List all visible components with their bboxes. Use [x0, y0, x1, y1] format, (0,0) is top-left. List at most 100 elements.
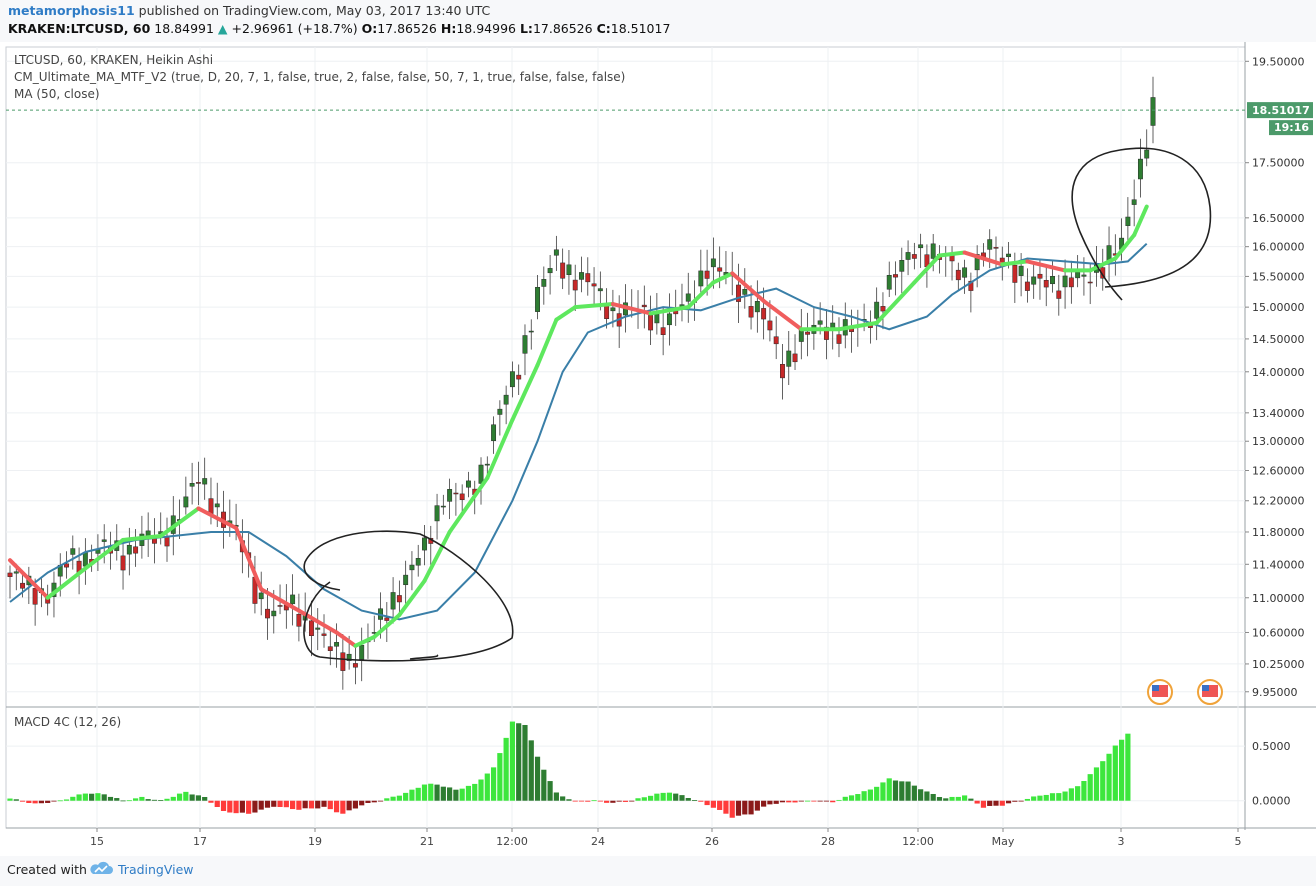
candle-body — [265, 608, 270, 619]
y-tick-label: 11.40000 — [1252, 558, 1305, 571]
macd-bar — [233, 800, 239, 814]
macd-bar — [139, 796, 145, 801]
macd-bar — [842, 796, 848, 801]
x-tick-label: 3 — [1118, 835, 1125, 848]
candle-body — [547, 268, 553, 274]
macd-bar — [578, 800, 585, 802]
candle-body — [993, 247, 999, 249]
candle-body — [271, 610, 277, 617]
candle-body — [748, 306, 754, 318]
macd-bar — [792, 800, 798, 803]
macd-bar — [848, 795, 855, 801]
candle-body — [447, 489, 453, 502]
candle-body — [290, 594, 296, 605]
macd-bar — [302, 800, 308, 809]
candle-body — [1050, 276, 1055, 285]
candle-body — [767, 320, 773, 331]
macd-bar — [1087, 774, 1093, 801]
macd-bar — [315, 800, 321, 809]
candle-body — [70, 548, 76, 555]
candle-body — [466, 480, 471, 488]
candle-body — [710, 258, 716, 268]
macd-bar — [817, 800, 823, 802]
macd-bar — [290, 800, 296, 810]
candle-body — [962, 267, 968, 278]
macd-bar — [685, 798, 691, 801]
symbol-text: KRAKEN:LTCUSD, 60 — [8, 21, 151, 36]
macd-bar — [459, 788, 465, 801]
candle-body — [1150, 97, 1156, 126]
y-tick-label: 15.50000 — [1252, 270, 1305, 283]
macd-bar — [987, 800, 993, 806]
candle-body — [440, 505, 446, 508]
candle-body — [666, 313, 672, 326]
macd-bar — [1112, 745, 1118, 801]
macd-bar — [560, 796, 566, 801]
x-tick-label: May — [992, 835, 1015, 848]
chart-legend: LTCUSD, 60, KRAKEN, Heikin Ashi CM_Ultim… — [14, 52, 625, 103]
macd-bar — [38, 800, 45, 804]
tradingview-link[interactable]: TradingView — [88, 860, 194, 878]
macd-bar — [1081, 780, 1087, 801]
us-flag-event-icon — [1147, 679, 1173, 705]
candle-body — [553, 249, 559, 256]
macd-bar — [930, 793, 936, 801]
c-label: C: — [596, 21, 611, 36]
candle-body — [805, 331, 811, 335]
candle-body — [359, 644, 365, 660]
candle-body — [20, 582, 26, 589]
candle-body — [422, 537, 427, 551]
macd-bar — [968, 798, 974, 801]
macd-bar — [698, 800, 704, 802]
macd-bar — [277, 800, 283, 807]
macd-bar — [89, 793, 95, 801]
y-tick-label: 16.00000 — [1252, 241, 1305, 254]
macd-bar — [604, 800, 610, 803]
macd-bar — [45, 800, 51, 803]
candle-body — [384, 617, 390, 621]
x-tick-label: 15 — [90, 835, 104, 848]
macd-bar — [641, 797, 647, 801]
candle-body — [403, 574, 409, 586]
y-tick-label: 13.00000 — [1252, 435, 1305, 448]
author-link[interactable]: metamorphosis11 — [8, 3, 135, 18]
y-tick-label: 15.00000 — [1252, 301, 1305, 314]
macd-bar — [616, 800, 622, 802]
macd-bar — [1106, 753, 1112, 801]
macd-bar — [252, 800, 258, 813]
candle-body — [792, 353, 798, 363]
macd-bar — [585, 800, 591, 802]
candle-body — [315, 627, 321, 630]
candle-body — [1024, 281, 1030, 291]
footer-bar: Created with TradingView — [0, 856, 1316, 886]
candle-body — [334, 642, 340, 647]
macd-bar — [114, 798, 120, 801]
macd-bar — [478, 779, 484, 801]
macd-bar — [855, 794, 861, 801]
candle-body — [189, 483, 195, 487]
macd-bar — [1043, 794, 1049, 801]
macd-bar — [195, 795, 202, 801]
candle-body — [1012, 264, 1018, 283]
macd-bar — [591, 800, 597, 802]
macd-bar — [271, 800, 277, 807]
macd-bar — [403, 792, 409, 801]
macd-bar — [905, 781, 911, 801]
macd-bar — [503, 737, 509, 801]
macd-bar — [421, 784, 428, 801]
macd-bar — [943, 798, 949, 801]
macd-bar — [63, 799, 70, 801]
candle-body — [817, 320, 823, 325]
chart-area[interactable]: 15 17 19 21 12:00 24 26 28 12:00 May 3 5 19.50000 17.… — [0, 42, 1316, 856]
macd-bar — [509, 721, 516, 801]
macd-tick-label: 0.0000 — [1252, 795, 1291, 808]
macd-bar — [779, 800, 786, 803]
candle-body — [1006, 253, 1012, 258]
macd-bar — [264, 800, 271, 808]
candle-body — [893, 274, 898, 278]
last-price-text: 18.51017 — [1252, 104, 1310, 117]
candle-body — [409, 564, 415, 571]
chart-canvas[interactable]: 15 17 19 21 12:00 24 26 28 12:00 May 3 5 19.50000 17.… — [0, 42, 1316, 856]
x-tick-label: 24 — [591, 835, 605, 848]
candle-body — [390, 592, 396, 610]
